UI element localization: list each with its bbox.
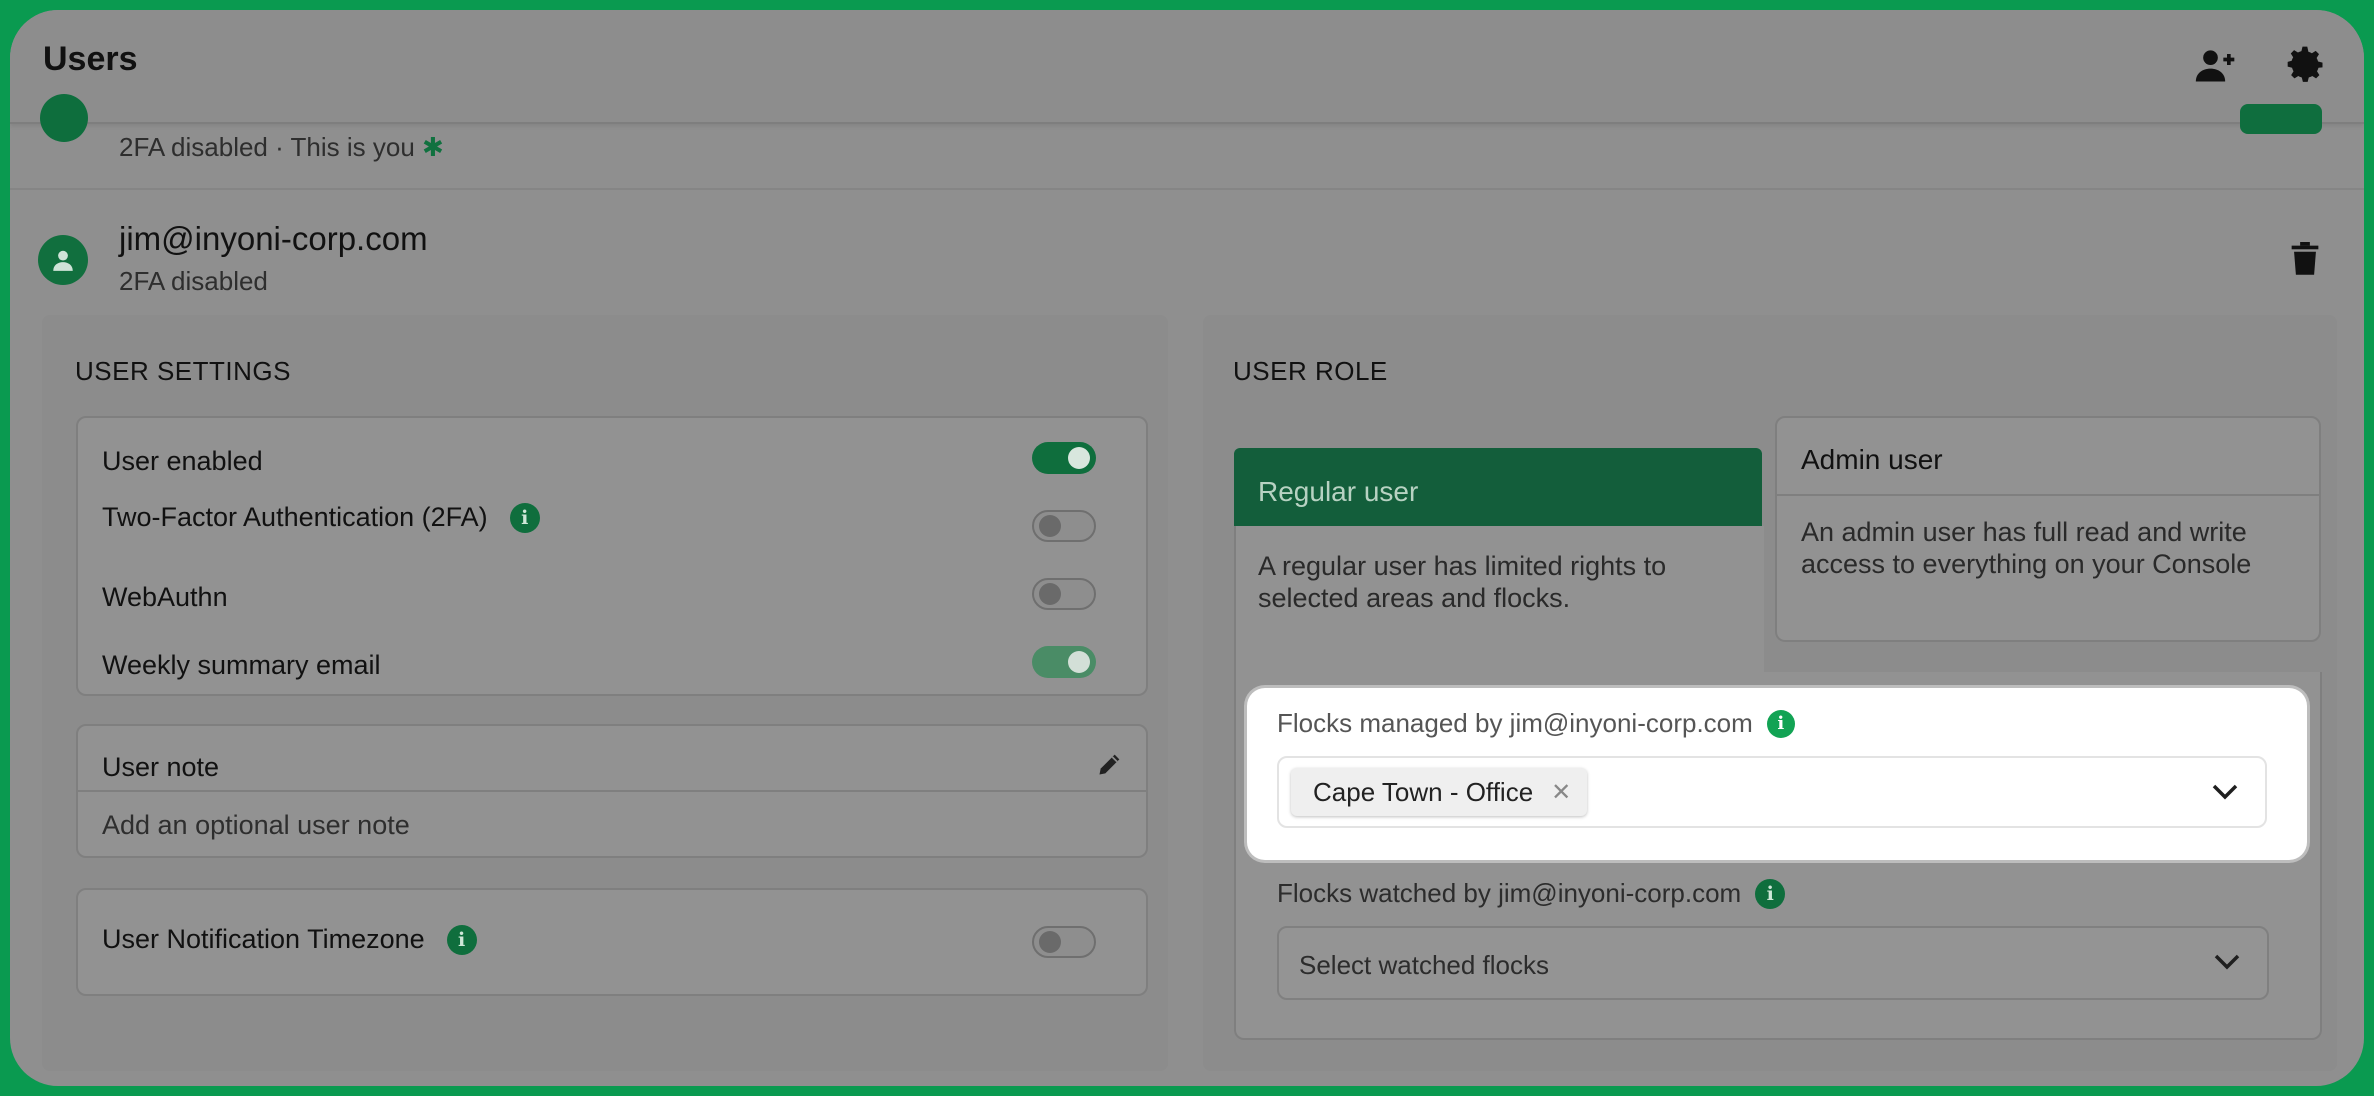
flocks-managed-label: Flocks managed by jim@inyoni-corp.com i — [1277, 708, 1795, 739]
user-subtitle: 2FA disabled — [119, 266, 268, 296]
add-user-icon[interactable] — [2194, 43, 2238, 87]
setting-label: User enabled — [102, 446, 263, 476]
flocks-watched-placeholder: Select watched flocks — [1299, 950, 1550, 980]
user-avatar-icon — [38, 235, 88, 285]
pencil-icon[interactable] — [1096, 750, 1124, 778]
info-icon[interactable]: i — [1755, 878, 1786, 909]
timezone-card: User Notification Timezone i — [76, 888, 1148, 996]
setting-user-enabled: User enabled — [102, 446, 263, 477]
setting-2fa: Two-Factor Authentication (2FA) i — [102, 502, 540, 533]
setting-weekly-summary: Weekly summary email — [102, 650, 381, 681]
current-user-subtitle: 2FA disabled · This is you ✱ — [119, 132, 444, 163]
settings-card: User enabled Two-Factor Authentication (… — [76, 416, 1148, 696]
setting-label: Two-Factor Authentication (2FA) — [102, 502, 488, 532]
weekly-summary-toggle[interactable] — [1032, 646, 1096, 678]
chevron-down-icon[interactable] — [2211, 782, 2239, 802]
flocks-managed-section: Flocks managed by jim@inyoni-corp.com i … — [1247, 688, 2307, 860]
flocks-managed-text: Flocks managed by jim@inyoni-corp.com — [1277, 708, 1753, 738]
app-frame: Users 2FA disabled · This is you ✱ jim@i… — [10, 10, 2364, 1086]
flock-chip: Cape Town - Office ✕ — [1291, 768, 1588, 816]
current-user-status: 2FA disabled · This is you — [119, 132, 415, 162]
flocks-watched-select[interactable]: Select watched flocks — [1277, 926, 2269, 1000]
user-settings-title: USER SETTINGS — [75, 356, 291, 386]
setting-webauthn: WebAuthn — [102, 582, 228, 613]
close-icon[interactable]: ✕ — [1551, 778, 1571, 807]
divider — [78, 790, 1146, 792]
page-title: Users — [43, 40, 138, 78]
trash-icon[interactable] — [2290, 242, 2320, 276]
timezone-toggle[interactable] — [1032, 926, 1096, 958]
role-regular-body: A regular user has limited rights to sel… — [1234, 526, 1764, 672]
flocks-managed-select[interactable]: Cape Town - Office ✕ — [1277, 756, 2267, 828]
2fa-toggle[interactable] — [1032, 510, 1096, 542]
current-user-row[interactable]: 2FA disabled · This is you ✱ — [10, 94, 2364, 190]
webauthn-toggle[interactable] — [1032, 578, 1096, 610]
user-row[interactable]: jim@inyoni-corp.com 2FA disabled — [10, 190, 2364, 310]
info-icon[interactable]: i — [509, 502, 540, 533]
flock-chip-label: Cape Town - Office — [1313, 776, 1534, 807]
current-user-action-button[interactable] — [2240, 104, 2322, 134]
info-icon[interactable]: i — [1766, 709, 1795, 738]
role-regular-description: A regular user has limited rights to sel… — [1258, 551, 1667, 613]
role-admin-label: Admin user — [1801, 444, 1943, 475]
role-admin-user[interactable]: Admin user An admin user has full read a… — [1775, 416, 2321, 642]
info-icon[interactable]: i — [446, 924, 477, 955]
user-note-card: User note Add an optional user note — [76, 724, 1148, 858]
chevron-down-icon[interactable] — [2213, 952, 2241, 972]
role-regular-label: Regular user — [1258, 476, 1419, 507]
role-admin-description: An admin user has full read and write ac… — [1801, 517, 2252, 579]
flocks-watched-text: Flocks watched by jim@inyoni-corp.com — [1277, 878, 1742, 908]
user-note-label: User note — [102, 752, 220, 782]
user-note-input[interactable]: Add an optional user note — [102, 810, 410, 841]
setting-label: WebAuthn — [102, 582, 228, 612]
setting-label: User Notification Timezone — [102, 924, 425, 954]
app-header: Users — [10, 10, 2364, 124]
user-email: jim@inyoni-corp.com — [119, 220, 428, 257]
flocks-watched-label: Flocks watched by jim@inyoni-corp.com i — [1277, 878, 1786, 909]
user-note-title: User note — [102, 752, 219, 783]
divider — [1777, 494, 2319, 496]
setting-label: Weekly summary email — [102, 650, 381, 680]
you-marker: ✱ — [422, 132, 444, 162]
user-enabled-toggle[interactable] — [1032, 442, 1096, 474]
user-role-title: USER ROLE — [1233, 356, 1388, 386]
avatar — [40, 94, 88, 142]
gear-icon[interactable] — [2284, 43, 2328, 87]
setting-timezone: User Notification Timezone i — [102, 924, 477, 955]
